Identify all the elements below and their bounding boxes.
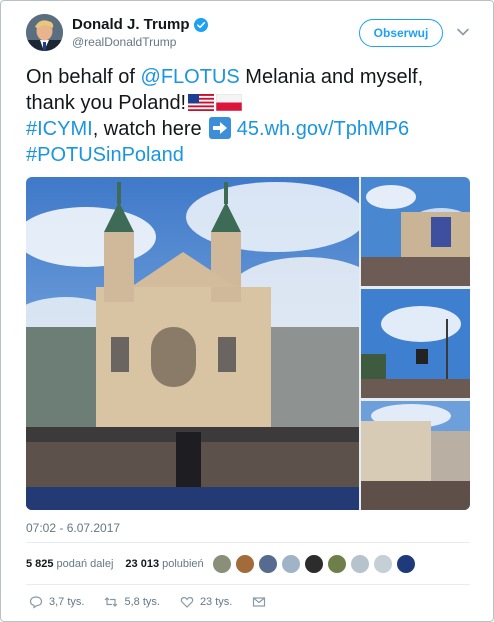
hashtag-potusinpoland[interactable]: #POTUSinPoland [26, 144, 184, 166]
avatar[interactable] [235, 554, 255, 574]
tweet-line-2: thank you Poland! [26, 90, 486, 116]
retweet-icon [105, 597, 118, 607]
tweet-line-1: On behalf of @FLOTUS Melania and myself, [26, 64, 486, 90]
retweet-action-count: 5,8 tys. [124, 596, 160, 608]
tweet-text: On behalf of @FLOTUS Melania and myself,… [26, 64, 486, 168]
tweet-actions: 3,7 tys. 5,8 tys. 23 tys. [29, 595, 286, 609]
retweet-label: podań dalej [56, 558, 114, 570]
photo-side-3[interactable] [361, 401, 470, 510]
tweet-text-part: On behalf of [26, 66, 141, 88]
divider [26, 542, 470, 543]
avatar[interactable] [327, 554, 347, 574]
tweet-line-3: #ICYMI, watch here 45.wh.gov/TphMP6 [26, 116, 486, 142]
tweet-text-part: thank you Poland! [26, 92, 187, 114]
like-action-count: 23 tys. [199, 596, 233, 608]
author-avatar[interactable] [26, 14, 63, 51]
mention-link[interactable]: @FLOTUS [141, 66, 240, 88]
right-arrow-icon [209, 117, 232, 139]
photo-side-1[interactable] [361, 177, 470, 286]
tweet-timestamp[interactable]: 07:02 - 6.07.2017 [26, 521, 120, 535]
retweet-count: 5 825 [26, 558, 54, 570]
author-name-text[interactable]: Donald J. Trump [72, 16, 190, 33]
tweet-text-part: Melania and myself, [239, 66, 424, 88]
message-button[interactable] [252, 595, 266, 609]
retweet-stat[interactable]: 5 825 podań dalej [26, 558, 113, 570]
tweet-card: Donald J. Trump @realDonaldTrump Obserwu… [0, 0, 494, 622]
tweet-line-4: #POTUSinPoland [26, 142, 486, 168]
chevron-down-icon[interactable] [456, 25, 470, 39]
tweet-text-part: , watch here [92, 118, 202, 140]
like-label: polubień [162, 558, 204, 570]
avatar[interactable] [304, 554, 324, 574]
photo-side-2[interactable] [361, 289, 470, 398]
hashtag-icymi[interactable]: #ICYMI [26, 118, 93, 140]
avatar[interactable] [396, 554, 416, 574]
reply-count: 3,7 tys. [49, 596, 85, 608]
tweet-link[interactable]: 45.wh.gov/TphMP6 [237, 118, 409, 140]
liker-avatars [212, 554, 416, 574]
reply-icon [29, 596, 43, 609]
avatar[interactable] [258, 554, 278, 574]
media-grid [26, 177, 470, 510]
engagement-stats: 5 825 podań dalej 23 013 polubień [26, 558, 204, 570]
avatar[interactable] [373, 554, 393, 574]
avatar[interactable] [212, 554, 232, 574]
divider [26, 584, 470, 585]
envelope-icon [253, 597, 266, 607]
verified-badge-icon [193, 17, 208, 32]
like-stat[interactable]: 23 013 polubień [125, 558, 203, 570]
author-handle[interactable]: @realDonaldTrump [72, 35, 176, 49]
author-name[interactable]: Donald J. Trump [72, 16, 208, 33]
like-count: 23 013 [125, 558, 160, 570]
like-button[interactable]: 23 tys. [180, 595, 232, 609]
avatar[interactable] [350, 554, 370, 574]
follow-button[interactable]: Obserwuj [359, 19, 443, 47]
reply-button[interactable]: 3,7 tys. [29, 595, 84, 609]
heart-icon [180, 596, 194, 608]
photo-main[interactable] [26, 177, 359, 510]
retweet-button[interactable]: 5,8 tys. [104, 595, 160, 609]
avatar[interactable] [281, 554, 301, 574]
poland-flag-icon [216, 94, 243, 111]
us-flag-icon [188, 94, 215, 111]
